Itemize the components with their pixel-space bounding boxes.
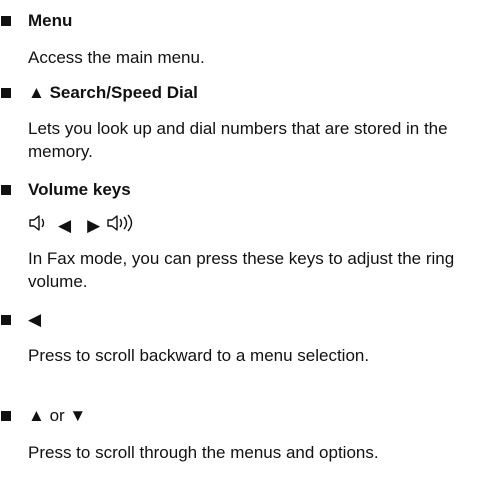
item-heading-updown: ▲ or ▼ bbox=[28, 406, 87, 425]
item-desc-volume: In Fax mode, you can press these keys to… bbox=[28, 249, 455, 291]
item-heading-menu: Menu bbox=[28, 11, 73, 30]
item-desc-updown: Press to scroll through the menus and op… bbox=[28, 443, 379, 462]
item-desc-left: Press to scroll backward to a menu selec… bbox=[28, 346, 370, 365]
item-heading-volume: Volume keys bbox=[28, 180, 131, 199]
bullet-icon bbox=[1, 315, 11, 325]
bullet-icon bbox=[1, 16, 11, 26]
left-arrow-key: ◀ bbox=[58, 215, 72, 235]
speaker-high-icon bbox=[106, 214, 136, 237]
right-arrow-key: ▶ bbox=[87, 215, 101, 235]
bullet-icon bbox=[1, 88, 11, 98]
volume-keys-row: ◀ ▶ bbox=[28, 214, 136, 237]
bullet-icon bbox=[1, 185, 11, 195]
item-heading-search: ▲ Search/Speed Dial bbox=[28, 83, 198, 102]
item-desc-menu: Access the main menu. bbox=[28, 48, 205, 67]
bullet-icon bbox=[1, 411, 11, 421]
speaker-low-icon bbox=[28, 214, 52, 237]
item-heading-left: ◀ bbox=[28, 310, 42, 329]
item-desc-search: Lets you look up and dial numbers that a… bbox=[28, 119, 448, 161]
